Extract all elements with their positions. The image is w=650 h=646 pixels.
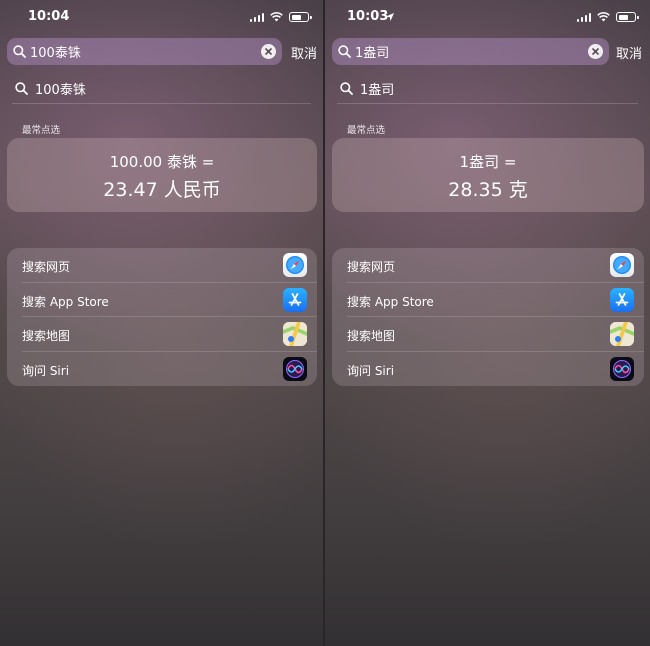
search-suggestion[interactable]: 1盎司 bbox=[340, 77, 635, 99]
status-bar: 10:03 bbox=[325, 9, 650, 29]
conversion-input: 100.00 泰铢 = bbox=[109, 153, 215, 171]
battery-icon bbox=[616, 12, 639, 22]
status-bar: 10:04 bbox=[0, 9, 323, 29]
search-app-store-row[interactable]: 搜索 App Store bbox=[332, 283, 644, 317]
close-icon bbox=[592, 48, 599, 55]
status-icons bbox=[249, 12, 312, 22]
divider bbox=[337, 103, 638, 104]
cellular-signal-icon bbox=[576, 12, 591, 22]
search-icon bbox=[338, 45, 351, 58]
search-query: 100泰铢 bbox=[30, 46, 81, 61]
wifi-icon bbox=[597, 12, 610, 22]
location-arrow-icon bbox=[386, 13, 394, 21]
safari-icon bbox=[283, 253, 307, 277]
ask-siri-row[interactable]: 询问 Siri bbox=[332, 352, 644, 387]
search-icon bbox=[15, 81, 28, 95]
ask-siri-row[interactable]: 询问 Siri bbox=[7, 352, 317, 387]
clear-search-button[interactable] bbox=[588, 44, 603, 59]
suggestion-label: 100泰铢 bbox=[35, 82, 86, 98]
search-field[interactable]: 100泰铢 bbox=[7, 38, 282, 65]
cellular-signal-icon bbox=[249, 12, 264, 22]
search-actions-list: 搜索网页 搜索 App Store 搜索地图 询问 Siri bbox=[7, 248, 317, 386]
status-time: 10:04 bbox=[28, 9, 70, 24]
suggestion-label: 1盎司 bbox=[360, 82, 395, 98]
search-query: 1盎司 bbox=[355, 46, 390, 61]
search-app-store-label: 搜索 App Store bbox=[22, 294, 109, 309]
conversion-result-card[interactable]: 100.00 泰铢 = 23.47 人民币 bbox=[7, 138, 317, 212]
safari-icon bbox=[610, 253, 634, 277]
conversion-input: 1盎司 = bbox=[459, 153, 517, 171]
wifi-icon bbox=[270, 12, 283, 22]
app-store-icon bbox=[610, 287, 634, 312]
close-icon bbox=[265, 48, 272, 55]
clear-search-button[interactable] bbox=[261, 44, 276, 59]
status-icons bbox=[576, 12, 639, 22]
divider bbox=[12, 103, 311, 104]
search-maps-label: 搜索地图 bbox=[22, 329, 71, 343]
search-maps-row[interactable]: 搜索地图 bbox=[332, 317, 644, 352]
search-web-label: 搜索网页 bbox=[22, 260, 71, 274]
search-maps-row[interactable]: 搜索地图 bbox=[7, 317, 317, 352]
siri-icon bbox=[610, 356, 634, 381]
conversion-output: 28.35 克 bbox=[448, 179, 528, 201]
search-app-store-row[interactable]: 搜索 App Store bbox=[7, 283, 317, 317]
search-field[interactable]: 1盎司 bbox=[332, 38, 609, 65]
battery-icon bbox=[289, 12, 312, 22]
app-store-icon bbox=[283, 287, 307, 312]
spotlight-panel-left: 10:04 100泰铢 取消 100泰铢 最常点选 100.00 泰铢 = 23… bbox=[0, 0, 323, 646]
search-app-store-label: 搜索 App Store bbox=[347, 294, 434, 309]
search-web-row[interactable]: 搜索网页 bbox=[332, 248, 644, 283]
maps-icon bbox=[610, 322, 634, 346]
search-icon bbox=[340, 81, 353, 95]
search-actions-list: 搜索网页 搜索 App Store 搜索地图 询问 Siri bbox=[332, 248, 644, 386]
siri-icon bbox=[283, 356, 307, 381]
ask-siri-label: 询问 Siri bbox=[347, 363, 395, 378]
ask-siri-label: 询问 Siri bbox=[22, 363, 70, 378]
maps-icon bbox=[283, 322, 307, 346]
section-title: 最常点选 bbox=[347, 125, 386, 136]
search-suggestion[interactable]: 100泰铢 bbox=[15, 77, 308, 99]
cancel-button[interactable]: 取消 bbox=[616, 43, 642, 62]
search-web-row[interactable]: 搜索网页 bbox=[7, 248, 317, 283]
search-web-label: 搜索网页 bbox=[347, 260, 396, 274]
search-icon bbox=[13, 45, 26, 58]
conversion-result-card[interactable]: 1盎司 = 28.35 克 bbox=[332, 138, 644, 212]
spotlight-panel-right: 10:03 1盎司 取消 1盎司 最常点选 1盎司 = 28.35 克 搜索网页… bbox=[325, 0, 650, 646]
search-maps-label: 搜索地图 bbox=[347, 329, 396, 343]
status-time: 10:03 bbox=[347, 9, 389, 24]
cancel-button[interactable]: 取消 bbox=[291, 43, 317, 62]
conversion-output: 23.47 人民币 bbox=[103, 179, 221, 201]
section-title: 最常点选 bbox=[22, 125, 61, 136]
